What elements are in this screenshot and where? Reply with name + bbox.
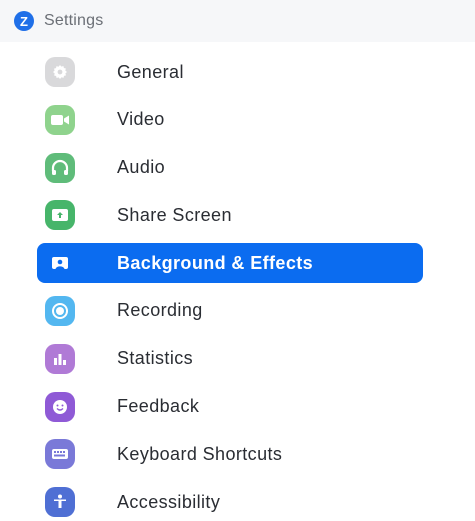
sidebar-item-background-effects[interactable]: Background & Effects	[37, 243, 423, 284]
sidebar-item-video[interactable]: Video	[37, 100, 423, 140]
sidebar-item-label: Feedback	[117, 396, 200, 417]
sidebar-item-label: Video	[117, 109, 165, 130]
sidebar-item-label: Share Screen	[117, 204, 232, 225]
video-camera-icon	[45, 104, 75, 135]
sidebar-item-accessibility[interactable]: Accessibility	[37, 482, 423, 521]
sidebar-item-label: General	[117, 61, 184, 82]
smiley-icon	[45, 391, 75, 422]
sidebar-item-label: Statistics	[117, 348, 194, 369]
sidebar-item-statistics[interactable]: Statistics	[37, 339, 423, 379]
bar-chart-icon	[45, 343, 75, 374]
keyboard-icon	[45, 439, 75, 470]
sidebar-item-feedback[interactable]: Feedback	[37, 387, 423, 427]
sidebar-item-label: Recording	[117, 300, 203, 321]
sidebar-item-recording[interactable]: Recording	[37, 291, 423, 331]
share-screen-icon	[45, 200, 75, 231]
background-person-icon	[45, 248, 75, 278]
sidebar-item-general[interactable]: General	[37, 52, 423, 92]
sidebar-item-label: Keyboard Shortcuts	[117, 443, 283, 464]
zoom-app-icon: Z	[14, 11, 34, 31]
sidebar-item-label: Accessibility	[117, 491, 221, 512]
gear-icon	[45, 57, 75, 87]
sidebar-item-keyboard-shortcuts[interactable]: Keyboard Shortcuts	[37, 434, 423, 474]
sidebar-item-label: Background & Effects	[117, 252, 314, 273]
accessibility-icon	[45, 487, 75, 518]
sidebar-item-audio[interactable]: Audio	[37, 148, 423, 188]
headphones-icon	[45, 152, 75, 183]
title-bar: Z Settings	[0, 0, 475, 42]
sidebar-item-share-screen[interactable]: Share Screen	[37, 195, 423, 235]
record-icon	[45, 295, 75, 326]
sidebar-item-label: Audio	[117, 157, 166, 178]
app-icon-letter: Z	[20, 13, 28, 29]
window-title: Settings	[44, 12, 104, 29]
settings-sidebar: General Video Audio Share Screen Backgro…	[37, 52, 423, 521]
settings-window: Z Settings General Video Audio Share Scr…	[0, 0, 475, 521]
